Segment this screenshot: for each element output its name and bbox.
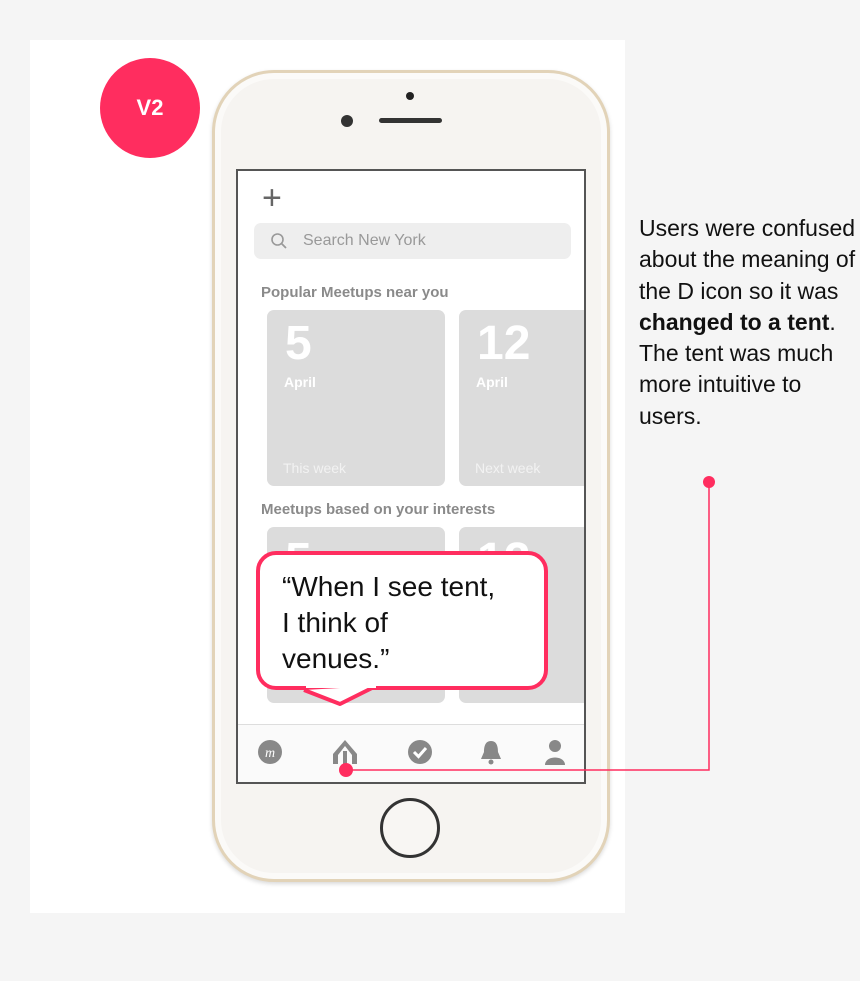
tab-bar: m: [238, 724, 584, 782]
meetup-card[interactable]: 5 April This week: [267, 310, 445, 486]
check-circle-icon[interactable]: [405, 737, 435, 767]
search-icon: [271, 233, 287, 249]
phone-speaker: [379, 118, 442, 123]
app-screen: + Search New York Popular Meetups near y…: [236, 169, 586, 784]
card-when: This week: [283, 460, 347, 476]
annotation-note: Users were confused about the meaning of…: [639, 215, 856, 429]
home-button[interactable]: [380, 798, 440, 858]
quote-line: venues.”: [282, 643, 390, 674]
card-month: April: [284, 374, 316, 390]
phone-camera: [341, 115, 353, 127]
card-day: 5: [285, 317, 312, 370]
tent-icon[interactable]: [330, 737, 360, 767]
search-input[interactable]: Search New York: [303, 232, 426, 250]
user-icon[interactable]: [540, 737, 570, 767]
bubble-tail: [303, 684, 377, 706]
card-month: April: [476, 374, 508, 390]
version-badge: V2: [100, 58, 200, 158]
meetup-logo-icon[interactable]: m: [255, 737, 285, 767]
card-day: 12: [477, 317, 531, 370]
phone-sensor: [406, 92, 414, 100]
card-when: Next week: [475, 460, 541, 476]
add-button[interactable]: +: [262, 181, 282, 215]
section-title: Popular Meetups near you: [261, 284, 449, 301]
meetup-card[interactable]: 12 April Next week: [459, 310, 584, 486]
bell-icon[interactable]: [476, 737, 506, 767]
quote-bubble: “When I see tent, I think of venues.”: [256, 551, 548, 690]
quote-line: “When I see tent,: [282, 571, 496, 602]
svg-text:m: m: [265, 746, 275, 761]
quote-line: I think of: [282, 607, 388, 638]
section-title: Meetups based on your interests: [261, 501, 496, 518]
search-bar[interactable]: Search New York: [254, 223, 571, 259]
